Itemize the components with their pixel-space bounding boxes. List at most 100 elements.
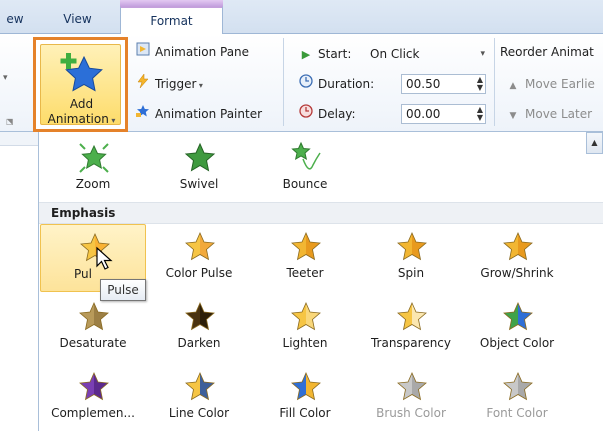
add-animation-line2: Animation ▾ — [47, 112, 116, 126]
gallery-item-label: Complemen... — [51, 406, 135, 420]
arrow-down-icon: ▼ — [509, 111, 517, 121]
gallery-item-zoom[interactable]: Zoom — [40, 135, 146, 203]
ribbon-separator — [494, 38, 495, 126]
reorder-group-title: Reorder Animat — [500, 45, 594, 59]
gallery-item-font-color[interactable]: Font Color — [464, 364, 570, 431]
chevron-down-icon: ▾ — [480, 49, 485, 59]
gallery-item-label: Swivel — [179, 177, 219, 191]
animation-pane-label: Animation Pane — [155, 45, 250, 59]
add-animation-line1: Add — [69, 97, 94, 111]
star-icon — [395, 370, 429, 404]
ribbon-tab-strip: ew View Format — [0, 0, 603, 34]
gallery-item-transparency[interactable]: Transparency — [358, 294, 464, 362]
animation-painter-button[interactable]: Animation Painter — [135, 104, 262, 124]
gallery-item-complemen[interactable]: Complemen... — [40, 364, 146, 431]
start-value: On Click — [370, 47, 420, 61]
gallery-item-label: Lighten — [282, 336, 328, 350]
gallery-item-line-color[interactable]: Line Color — [146, 364, 252, 431]
duration-label: Duration: — [298, 74, 374, 94]
delay-label: Delay: — [298, 104, 356, 124]
animation-painter-icon — [135, 104, 151, 125]
star-icon — [395, 300, 429, 334]
trigger-label: Trigger — [155, 77, 197, 91]
star-icon — [395, 230, 429, 264]
star-icon — [501, 300, 535, 334]
gallery-item-label: Grow/Shrink — [480, 266, 554, 280]
mouse-cursor-icon — [96, 246, 113, 270]
clock-icon — [298, 74, 314, 95]
gallery-item-object-color[interactable]: Object Color — [464, 294, 570, 362]
swivel-star-icon — [183, 141, 217, 175]
gallery-item-color-pulse[interactable]: Color Pulse — [146, 224, 252, 292]
gallery-item-label: Line Color — [168, 406, 230, 420]
gallery-item-label: Desaturate — [59, 336, 127, 350]
gallery-item-label: Spin — [397, 266, 425, 280]
gallery-item-label: Darken — [177, 336, 221, 350]
lightning-icon — [135, 73, 151, 95]
delay-clock-icon — [298, 104, 314, 125]
add-animation-button-face: Add Animation ▾ — [40, 44, 121, 126]
duration-label-text: Duration: — [318, 77, 375, 91]
gallery-item-label: Font Color — [486, 406, 548, 420]
tab-format[interactable]: Format — [120, 6, 223, 34]
gallery-item-fill-color[interactable]: Fill Color — [252, 364, 358, 431]
ribbon-separator — [283, 38, 284, 126]
start-label-text: Start: — [318, 47, 352, 61]
gallery-scroll-up-button[interactable]: ▲ — [586, 132, 603, 154]
gallery-item-darken[interactable]: Darken — [146, 294, 252, 362]
gallery-item-lighten[interactable]: Lighten — [252, 294, 358, 362]
move-earlier-label: Move Earlie — [525, 77, 595, 91]
move-earlier-button[interactable]: ▲ Move Earlie — [505, 74, 595, 94]
star-icon — [501, 370, 535, 404]
move-later-button[interactable]: ▼ Move Later — [505, 104, 593, 124]
star-icon — [77, 370, 111, 404]
gallery-item-label: Object Color — [479, 336, 555, 350]
ribbon-left-arrow[interactable]: ▾ — [3, 68, 8, 88]
spinner-icon[interactable]: ▲ ▼ — [477, 106, 483, 122]
gallery-item-label: Brush Color — [376, 406, 446, 420]
dialog-launcher-icon[interactable]: ⬔ — [6, 112, 14, 132]
start-dropdown[interactable]: On Click ▾ — [365, 44, 490, 64]
arrow-up-icon: ▲ — [509, 81, 517, 91]
duration-value: 00.50 — [406, 77, 441, 91]
gallery-item-desaturate[interactable]: Desaturate — [40, 294, 146, 362]
star-icon — [289, 370, 323, 404]
trigger-button[interactable]: Trigger ▾ — [135, 73, 203, 95]
star-icon — [77, 300, 111, 334]
delay-input[interactable]: 00.00 ▲ ▼ — [401, 104, 486, 124]
gallery-item-bounce[interactable]: Bounce — [252, 135, 358, 203]
gallery-item-teeter[interactable]: Teeter — [252, 224, 358, 292]
delay-label-text: Delay: — [318, 107, 356, 121]
delay-value: 00.00 — [406, 107, 441, 121]
gallery-item-grow-shrink[interactable]: Grow/Shrink — [464, 224, 570, 292]
gallery-item-swivel[interactable]: Swivel — [146, 135, 252, 203]
gallery-item-label: Fill Color — [279, 406, 331, 420]
gallery-item-brush-color[interactable]: Brush Color — [358, 364, 464, 431]
spinner-icon[interactable]: ▲ ▼ — [477, 76, 483, 92]
add-star-icon — [60, 53, 103, 92]
slide-pane-strip — [0, 132, 38, 146]
play-icon: ▶ — [301, 48, 311, 61]
gallery-item-label: Zoom — [75, 177, 111, 191]
gallery-item-label: Teeter — [286, 266, 324, 280]
tooltip: Pulse — [100, 279, 146, 301]
tab-review[interactable]: ew — [0, 6, 30, 34]
emphasis-section-header: Emphasis — [39, 202, 603, 224]
move-later-label: Move Later — [525, 107, 593, 121]
star-icon — [289, 230, 323, 264]
add-animation-button[interactable]: Add Animation ▾ — [33, 37, 128, 132]
start-label: ▶ Start: — [298, 44, 352, 64]
animation-pane-icon — [135, 42, 151, 63]
star-icon — [183, 300, 217, 334]
star-icon — [289, 300, 323, 334]
duration-input[interactable]: 00.50 ▲ ▼ — [401, 74, 486, 94]
slide-area-edge — [0, 132, 38, 431]
gallery-item-spin[interactable]: Spin — [358, 224, 464, 292]
star-icon — [501, 230, 535, 264]
bounce-star-icon — [289, 141, 323, 175]
zoom-star-icon — [77, 141, 111, 175]
animation-painter-label: Animation Painter — [155, 107, 263, 121]
gallery-item-label: Bounce — [282, 177, 328, 191]
tab-view[interactable]: View — [50, 6, 105, 34]
animation-pane-button[interactable]: Animation Pane — [135, 42, 249, 62]
